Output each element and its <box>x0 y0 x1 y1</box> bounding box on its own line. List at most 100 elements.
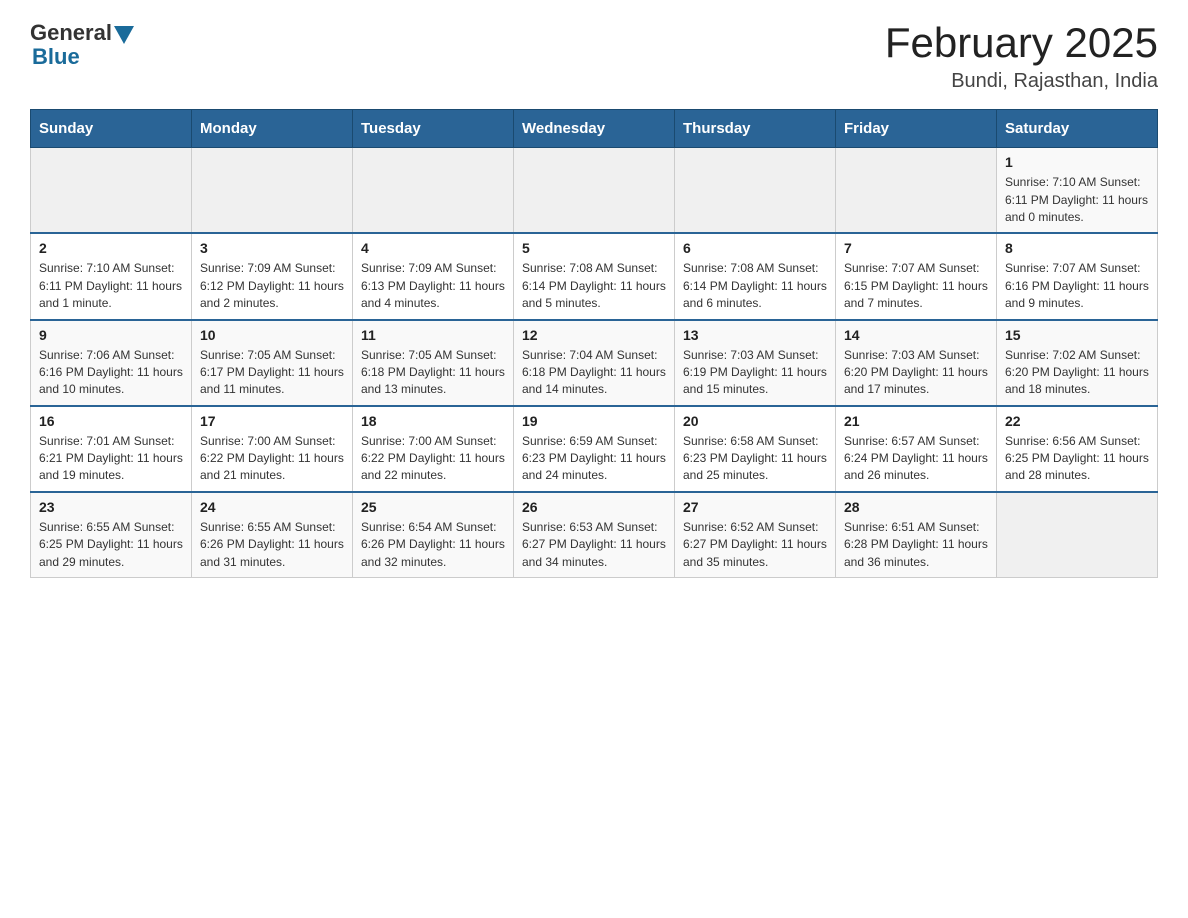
day-info: Sunrise: 7:08 AM Sunset: 6:14 PM Dayligh… <box>683 260 827 312</box>
day-info: Sunrise: 7:07 AM Sunset: 6:16 PM Dayligh… <box>1005 260 1149 312</box>
calendar-cell: 27 Sunrise: 6:52 AM Sunset: 6:27 PM Dayli… <box>675 492 836 578</box>
day-info: Sunrise: 7:06 AM Sunset: 6:16 PM Dayligh… <box>39 347 183 399</box>
day-number: 23 <box>39 499 183 515</box>
logo: General Blue <box>30 20 134 70</box>
calendar-cell: 24 Sunrise: 6:55 AM Sunset: 6:26 PM Dayli… <box>192 492 353 578</box>
day-number: 26 <box>522 499 666 515</box>
calendar-cell: 13 Sunrise: 7:03 AM Sunset: 6:19 PM Dayli… <box>675 320 836 406</box>
day-info: Sunrise: 7:10 AM Sunset: 6:11 PM Dayligh… <box>1005 174 1149 226</box>
day-number: 28 <box>844 499 988 515</box>
calendar-cell <box>353 148 514 234</box>
day-info: Sunrise: 7:05 AM Sunset: 6:17 PM Dayligh… <box>200 347 344 399</box>
day-info: Sunrise: 7:03 AM Sunset: 6:19 PM Dayligh… <box>683 347 827 399</box>
logo-general-text: General <box>30 20 112 46</box>
calendar-cell: 17Sunrise: 7:00 AM Sunset: 6:22 PM Dayli… <box>192 406 353 492</box>
day-number: 8 <box>1005 240 1149 256</box>
day-info: Sunrise: 7:07 AM Sunset: 6:15 PM Dayligh… <box>844 260 988 312</box>
calendar-cell: 26 Sunrise: 6:53 AM Sunset: 6:27 PM Dayli… <box>514 492 675 578</box>
header-day-sunday: Sunday <box>31 110 192 148</box>
header-day-friday: Friday <box>836 110 997 148</box>
calendar-week-5: 23 Sunrise: 6:55 AM Sunset: 6:25 PM Dayli… <box>31 492 1158 578</box>
day-info: Sunrise: 6:58 AM Sunset: 6:23 PM Dayligh… <box>683 433 827 485</box>
day-info: Sunrise: 7:08 AM Sunset: 6:14 PM Dayligh… <box>522 260 666 312</box>
day-number: 11 <box>361 327 505 343</box>
calendar-cell: 22 Sunrise: 6:56 AM Sunset: 6:25 PM Dayli… <box>997 406 1158 492</box>
calendar-cell: 12 Sunrise: 7:04 AM Sunset: 6:18 PM Dayli… <box>514 320 675 406</box>
calendar-cell: 18 Sunrise: 7:00 AM Sunset: 6:22 PM Dayli… <box>353 406 514 492</box>
calendar-cell: 3 Sunrise: 7:09 AM Sunset: 6:12 PM Daylig… <box>192 233 353 319</box>
calendar-week-3: 9 Sunrise: 7:06 AM Sunset: 6:16 PM Daylig… <box>31 320 1158 406</box>
day-number: 4 <box>361 240 505 256</box>
title-block: February 2025 Bundi, Rajasthan, India <box>885 20 1158 93</box>
calendar-cell: 25Sunrise: 6:54 AM Sunset: 6:26 PM Dayli… <box>353 492 514 578</box>
day-info: Sunrise: 6:55 AM Sunset: 6:25 PM Dayligh… <box>39 519 183 571</box>
day-info: Sunrise: 6:55 AM Sunset: 6:26 PM Dayligh… <box>200 519 344 571</box>
day-info: Sunrise: 6:51 AM Sunset: 6:28 PM Dayligh… <box>844 519 988 571</box>
logo-triangle-icon <box>114 26 134 44</box>
day-info: Sunrise: 6:57 AM Sunset: 6:24 PM Dayligh… <box>844 433 988 485</box>
calendar-cell: 15 Sunrise: 7:02 AM Sunset: 6:20 PM Dayli… <box>997 320 1158 406</box>
calendar-cell <box>192 148 353 234</box>
calendar-cell: 4Sunrise: 7:09 AM Sunset: 6:13 PM Daylig… <box>353 233 514 319</box>
calendar-cell: 5Sunrise: 7:08 AM Sunset: 6:14 PM Daylig… <box>514 233 675 319</box>
day-number: 3 <box>200 240 344 256</box>
header-day-monday: Monday <box>192 110 353 148</box>
day-number: 27 <box>683 499 827 515</box>
calendar-cell: 10 Sunrise: 7:05 AM Sunset: 6:17 PM Dayli… <box>192 320 353 406</box>
day-info: Sunrise: 7:04 AM Sunset: 6:18 PM Dayligh… <box>522 347 666 399</box>
day-number: 24 <box>200 499 344 515</box>
day-number: 10 <box>200 327 344 343</box>
day-number: 12 <box>522 327 666 343</box>
header-day-thursday: Thursday <box>675 110 836 148</box>
header-day-saturday: Saturday <box>997 110 1158 148</box>
logo-blue-text: Blue <box>32 44 80 70</box>
day-number: 22 <box>1005 413 1149 429</box>
calendar-cell: 19Sunrise: 6:59 AM Sunset: 6:23 PM Dayli… <box>514 406 675 492</box>
calendar-cell: 7 Sunrise: 7:07 AM Sunset: 6:15 PM Daylig… <box>836 233 997 319</box>
calendar-cell: 6 Sunrise: 7:08 AM Sunset: 6:14 PM Daylig… <box>675 233 836 319</box>
header-day-wednesday: Wednesday <box>514 110 675 148</box>
day-info: Sunrise: 7:00 AM Sunset: 6:22 PM Dayligh… <box>200 433 344 485</box>
calendar-week-1: 1 Sunrise: 7:10 AM Sunset: 6:11 PM Daylig… <box>31 148 1158 234</box>
day-info: Sunrise: 6:54 AM Sunset: 6:26 PM Dayligh… <box>361 519 505 571</box>
calendar-cell: 21 Sunrise: 6:57 AM Sunset: 6:24 PM Dayli… <box>836 406 997 492</box>
day-info: Sunrise: 7:09 AM Sunset: 6:12 PM Dayligh… <box>200 260 344 312</box>
calendar-cell: 20 Sunrise: 6:58 AM Sunset: 6:23 PM Dayli… <box>675 406 836 492</box>
header-day-tuesday: Tuesday <box>353 110 514 148</box>
day-number: 1 <box>1005 154 1149 170</box>
calendar-cell <box>514 148 675 234</box>
calendar-header: SundayMondayTuesdayWednesdayThursdayFrid… <box>31 110 1158 148</box>
day-number: 20 <box>683 413 827 429</box>
day-number: 14 <box>844 327 988 343</box>
calendar-cell: 14 Sunrise: 7:03 AM Sunset: 6:20 PM Dayli… <box>836 320 997 406</box>
day-info: Sunrise: 6:53 AM Sunset: 6:27 PM Dayligh… <box>522 519 666 571</box>
day-info: Sunrise: 6:59 AM Sunset: 6:23 PM Dayligh… <box>522 433 666 485</box>
day-number: 21 <box>844 413 988 429</box>
day-info: Sunrise: 7:02 AM Sunset: 6:20 PM Dayligh… <box>1005 347 1149 399</box>
day-number: 9 <box>39 327 183 343</box>
location-title: Bundi, Rajasthan, India <box>885 70 1158 93</box>
calendar-table: SundayMondayTuesdayWednesdayThursdayFrid… <box>30 109 1158 578</box>
calendar-cell <box>31 148 192 234</box>
day-number: 15 <box>1005 327 1149 343</box>
calendar-cell: 8 Sunrise: 7:07 AM Sunset: 6:16 PM Daylig… <box>997 233 1158 319</box>
calendar-cell <box>997 492 1158 578</box>
day-info: Sunrise: 7:00 AM Sunset: 6:22 PM Dayligh… <box>361 433 505 485</box>
calendar-cell: 1 Sunrise: 7:10 AM Sunset: 6:11 PM Daylig… <box>997 148 1158 234</box>
day-number: 6 <box>683 240 827 256</box>
calendar-cell: 28 Sunrise: 6:51 AM Sunset: 6:28 PM Dayli… <box>836 492 997 578</box>
day-number: 7 <box>844 240 988 256</box>
calendar-cell <box>675 148 836 234</box>
day-number: 18 <box>361 413 505 429</box>
day-number: 13 <box>683 327 827 343</box>
day-info: Sunrise: 6:56 AM Sunset: 6:25 PM Dayligh… <box>1005 433 1149 485</box>
day-info: Sunrise: 7:10 AM Sunset: 6:11 PM Dayligh… <box>39 260 183 312</box>
day-info: Sunrise: 6:52 AM Sunset: 6:27 PM Dayligh… <box>683 519 827 571</box>
day-info: Sunrise: 7:05 AM Sunset: 6:18 PM Dayligh… <box>361 347 505 399</box>
day-info: Sunrise: 7:03 AM Sunset: 6:20 PM Dayligh… <box>844 347 988 399</box>
calendar-week-4: 16Sunrise: 7:01 AM Sunset: 6:21 PM Dayli… <box>31 406 1158 492</box>
calendar-cell: 9 Sunrise: 7:06 AM Sunset: 6:16 PM Daylig… <box>31 320 192 406</box>
month-title: February 2025 <box>885 20 1158 66</box>
page-header: General Blue February 2025 Bundi, Rajast… <box>30 20 1158 93</box>
day-info: Sunrise: 7:01 AM Sunset: 6:21 PM Dayligh… <box>39 433 183 485</box>
